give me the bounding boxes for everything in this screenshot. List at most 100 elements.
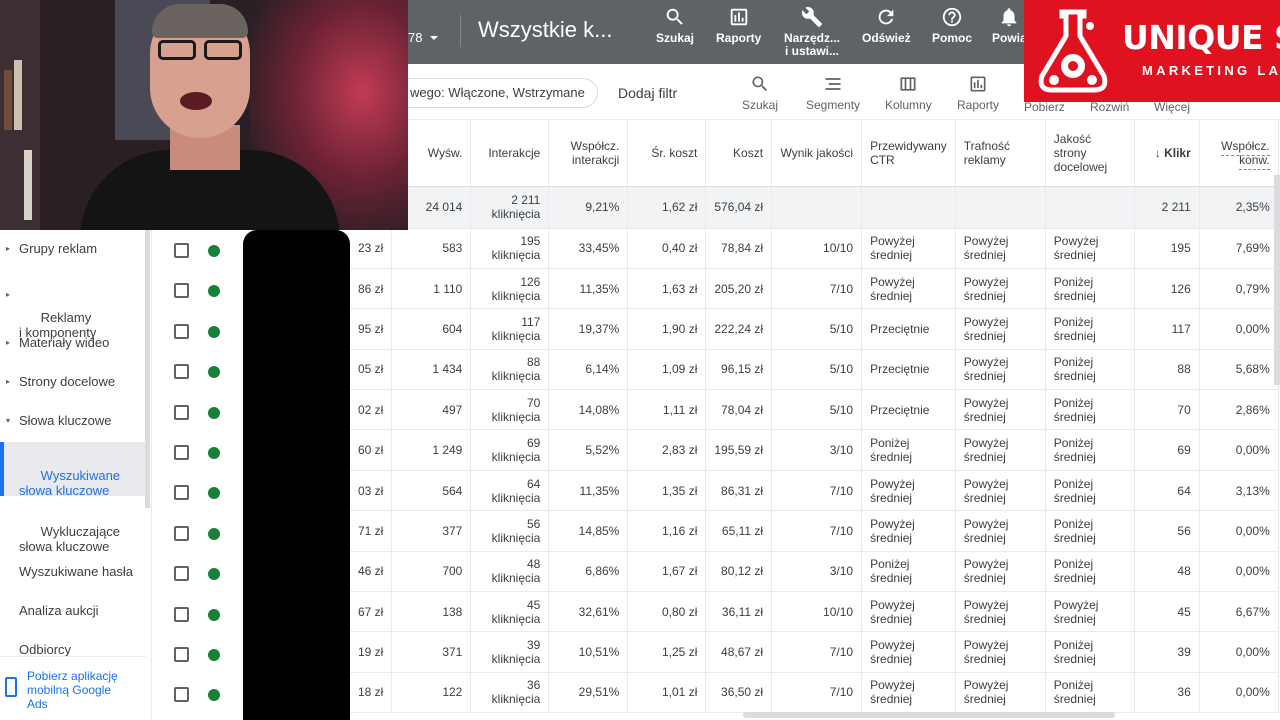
segments-button[interactable]: Segmenty xyxy=(806,74,860,112)
cell-bid[interactable]: 18 zł xyxy=(350,672,393,714)
cell-bid[interactable]: 46 zł xyxy=(350,551,393,593)
cell-bid[interactable]: 05 zł xyxy=(350,349,393,391)
status-enabled-icon[interactable] xyxy=(208,245,220,257)
row-checkbox[interactable] xyxy=(174,445,189,460)
row-checkbox[interactable] xyxy=(174,283,189,299)
table-vertical-scrollbar[interactable] xyxy=(1274,175,1280,385)
cell-interactions: 69 kliknięcia xyxy=(470,429,550,471)
table-row[interactable]: 05 zł 1 434 88 kliknięcia 6,14% 1,09 zł 96,15… xyxy=(350,349,1279,391)
sidebar-item-ad-groups[interactable]: ▸ Grupy reklam xyxy=(0,241,146,256)
row-checkbox[interactable] xyxy=(174,243,189,258)
status-filter-chip[interactable]: wego: Włączone, Wstrzymane xyxy=(408,78,598,108)
row-checkbox[interactable] xyxy=(174,364,189,380)
columns-button[interactable]: Kolumny xyxy=(885,74,932,112)
cell-expected-ctr: Powyżej średniej xyxy=(861,631,956,673)
cell-avg-cost: 1,67 zł xyxy=(627,551,707,593)
col-header-cost[interactable]: Koszt xyxy=(705,120,773,187)
status-enabled-icon[interactable] xyxy=(208,487,220,500)
col-header-clicks[interactable]: ↓ Klikr xyxy=(1134,120,1200,187)
table-row[interactable]: 86 zł 1 110 126 kliknięcia 11,35% 1,63 zł 205… xyxy=(350,268,1279,310)
cell-bid[interactable]: 67 zł xyxy=(350,591,393,633)
notifications-icon xyxy=(1002,8,1017,27)
sidebar-item-negative-keywords[interactable]: Wykluczające słowa kluczowe xyxy=(0,509,146,569)
row-checkbox[interactable] xyxy=(174,606,189,622)
col-header-quality-score[interactable]: Wynik jakości xyxy=(771,120,863,187)
table-row[interactable]: 18 zł 122 36 kliknięcia 29,51% 1,01 zł 36,50 … xyxy=(350,672,1279,714)
cell-expected-ctr: Powyżej średniej xyxy=(861,268,956,310)
row-checkbox[interactable] xyxy=(174,525,189,541)
cell-impressions: 604 xyxy=(391,308,472,350)
cell-bid[interactable]: 03 zł xyxy=(350,470,393,512)
status-enabled-icon[interactable] xyxy=(208,406,220,419)
cell-cost: 195,59 zł xyxy=(705,429,773,471)
topbar-refresh-button[interactable]: Odśwież xyxy=(862,6,911,45)
table-row[interactable]: 95 zł 604 117 kliknięcia 19,37% 1,90 zł 222,2… xyxy=(350,308,1279,350)
cell-bid[interactable]: 19 zł xyxy=(350,631,393,673)
table-row[interactable]: 03 zł 564 64 kliknięcia 11,35% 1,35 zł 86,31 … xyxy=(350,470,1279,512)
table-row[interactable]: 46 zł 700 48 kliknięcia 6,86% 1,67 zł 80,12 z… xyxy=(350,551,1279,593)
account-selector[interactable]: 78 xyxy=(408,30,440,45)
topbar-reports-button[interactable]: Raporty xyxy=(716,6,761,45)
cell-clicks: 88 xyxy=(1134,349,1200,391)
cell-conv-rate: 0,00% xyxy=(1199,510,1279,552)
col-header-ad-relevance[interactable]: Trafność reklamy xyxy=(955,120,1046,187)
sidebar-item-audiences[interactable]: Odbiorcy xyxy=(0,642,146,657)
table-row[interactable]: 60 zł 1 249 69 kliknięcia 5,52% 2,83 zł 195,5… xyxy=(350,429,1279,471)
col-header-conv-rate[interactable]: Współcz. konw. xyxy=(1199,120,1279,187)
sidebar-scrollbar[interactable] xyxy=(145,228,150,508)
status-enabled-icon[interactable] xyxy=(208,689,220,702)
row-checkbox[interactable] xyxy=(174,485,189,501)
table-row[interactable]: 71 zł 377 56 kliknięcia 14,85% 1,16 zł 65,11 … xyxy=(350,510,1279,552)
sidebar-item-search-keywords[interactable]: Wyszukiwane słowa kluczowe xyxy=(0,442,146,498)
table-search-button[interactable]: Szukaj xyxy=(742,74,778,112)
status-enabled-icon[interactable] xyxy=(208,527,220,540)
topbar-notifications-button[interactable]: Powia xyxy=(992,6,1027,45)
table-row[interactable]: 23 zł 583 195 kliknięcia 33,45% 0,40 zł 78,84… xyxy=(350,228,1279,269)
expand-button[interactable]: Rozwiń xyxy=(1090,100,1129,114)
cell-conv-rate: 5,68% xyxy=(1199,349,1279,391)
table-row[interactable]: 19 zł 371 39 kliknięcia 10,51% 1,25 zł 48,67 … xyxy=(350,631,1279,673)
download-button[interactable]: Pobierz xyxy=(1024,100,1065,114)
col-header-avg-cost[interactable]: Śr. koszt xyxy=(627,120,707,187)
status-enabled-icon[interactable] xyxy=(208,325,220,338)
sidebar-item-videos[interactable]: ▸ Materiały wideo xyxy=(0,335,146,350)
table-horizontal-scrollbar[interactable] xyxy=(743,712,1115,718)
status-enabled-icon[interactable] xyxy=(208,568,220,581)
col-header-interaction-rate[interactable]: Współcz. interakcji xyxy=(548,120,629,187)
status-enabled-icon[interactable] xyxy=(208,608,220,621)
add-filter-button[interactable]: Dodaj filtr xyxy=(618,85,677,101)
cell-bid[interactable]: 60 zł xyxy=(350,429,393,471)
topbar-help-button[interactable]: Pomoc xyxy=(932,6,972,45)
status-enabled-icon[interactable] xyxy=(208,366,220,379)
row-checkbox[interactable] xyxy=(174,404,189,420)
col-header-interactions[interactable]: Interakcje xyxy=(470,120,550,187)
table-row[interactable]: 67 zł 138 45 kliknięcia 32,61% 0,80 zł 36,11 … xyxy=(350,591,1279,633)
sidebar-item-search-terms[interactable]: Wyszukiwane hasła xyxy=(0,564,146,579)
status-enabled-icon[interactable] xyxy=(208,285,220,298)
row-checkbox[interactable] xyxy=(174,687,189,703)
divider xyxy=(460,15,461,47)
col-header-landing-page-exp[interactable]: Jakość strony docelowej xyxy=(1045,120,1135,187)
row-checkbox[interactable] xyxy=(174,323,189,339)
topbar-tools-button[interactable]: Narzędz... i ustawi... xyxy=(784,6,840,58)
sidebar-item-auction-insights[interactable]: Analiza aukcji xyxy=(0,603,146,618)
cell-landing-page-exp: Poniżej średniej xyxy=(1045,308,1135,350)
table-row[interactable]: 02 zł 497 70 kliknięcia 14,08% 1,11 zł 78,04 … xyxy=(350,389,1279,431)
topbar-search-button[interactable]: Szukaj xyxy=(656,6,694,45)
cell-bid[interactable]: 86 zł xyxy=(350,268,393,310)
table-reports-button[interactable]: Raporty xyxy=(957,74,999,112)
row-checkbox[interactable] xyxy=(174,566,189,582)
status-enabled-icon[interactable] xyxy=(208,447,220,459)
more-button[interactable]: Więcej xyxy=(1154,100,1190,114)
sidebar-item-landing-pages[interactable]: ▸ Strony docelowe xyxy=(0,374,146,389)
status-enabled-icon[interactable] xyxy=(208,649,220,661)
mobile-app-download-link[interactable]: Pobierz aplikację mobilną Google Ads xyxy=(0,656,146,720)
cell-bid[interactable]: 71 zł xyxy=(350,510,393,552)
col-header-expected-ctr[interactable]: Przewidywany CTR xyxy=(861,120,956,187)
cell-interaction-rate: 6,86% xyxy=(548,551,629,593)
row-checkbox[interactable] xyxy=(174,647,189,662)
cell-bid[interactable]: 95 zł xyxy=(350,308,393,350)
cell-bid[interactable]: 02 zł xyxy=(350,389,393,431)
cell-bid[interactable]: 23 zł xyxy=(350,228,393,269)
sidebar-item-keywords[interactable]: ▾ Słowa kluczowe xyxy=(0,413,146,428)
